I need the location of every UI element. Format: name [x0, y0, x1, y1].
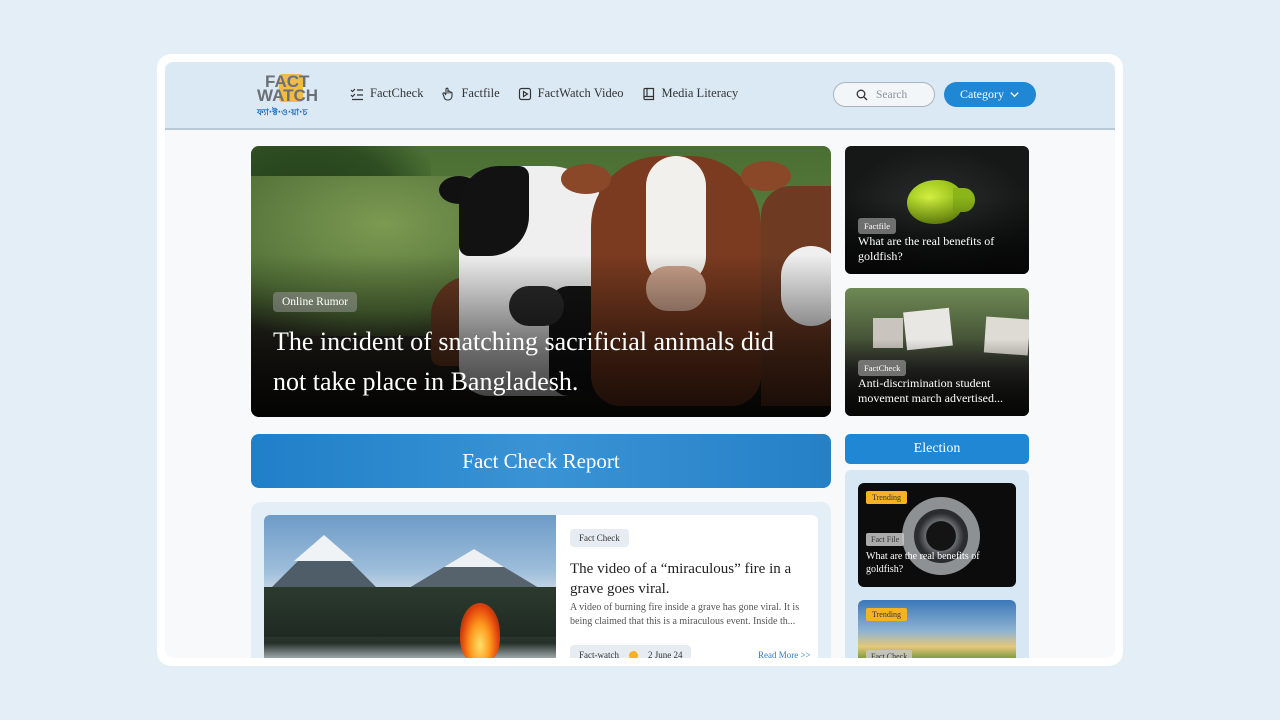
article-card[interactable]: Fact Check The video of a “miraculous” f… [264, 515, 818, 658]
election-label: Election [913, 441, 961, 456]
factwatch-logo[interactable]: FACT WATCH ফ্যা·ক্ট·ও·য়া·চ [255, 72, 321, 120]
chevron-down-icon [1010, 92, 1019, 98]
search-input[interactable]: Search [833, 82, 935, 107]
search-placeholder: Search [876, 88, 908, 101]
article-image [264, 515, 556, 658]
fact-check-report-panel: Fact Check The video of a “miraculous” f… [251, 502, 831, 658]
nav-factcheck-label: FactCheck [370, 86, 424, 100]
hero-title[interactable]: The incident of snatching sacrificial an… [273, 322, 793, 402]
browser-frame: FACT WATCH ফ্যা·ক্ট·ও·য়া·চ FactCheck Fa… [157, 54, 1123, 666]
article-title[interactable]: The video of a “miraculous” fire in a gr… [570, 559, 810, 599]
side-card-tag: FactCheck [858, 360, 907, 376]
hero-tag[interactable]: Online Rumor [273, 292, 358, 312]
hero-article[interactable]: Online Rumor The incident of snatching s… [251, 146, 831, 417]
nav-media-literacy[interactable]: Media Literacy [642, 86, 739, 101]
category-button[interactable]: Category [944, 82, 1036, 107]
election-heading: Election [845, 434, 1029, 464]
checklist-icon [350, 88, 363, 100]
search-icon [856, 89, 868, 100]
article-source: Fact-watch [579, 650, 619, 658]
logo-text-watch: WATCH [257, 86, 319, 105]
side-card-title[interactable]: What are the real benefits of goldfish? [858, 234, 1023, 264]
article-meta-dot [628, 650, 638, 658]
page: FACT WATCH ফ্যা·ক্ট·ও·য়া·চ FactCheck Fa… [165, 62, 1115, 658]
article-tag: Fact Check [570, 529, 629, 547]
side-card-student-movement[interactable]: FactCheck Anti-discrimination student mo… [845, 288, 1029, 416]
side-card-title[interactable]: Anti-discrimination student movement mar… [858, 376, 1023, 406]
fact-check-report-label: Fact Check Report [462, 448, 620, 473]
site-header: FACT WATCH ফ্যা·ক্ট·ও·য়া·চ FactCheck Fa… [165, 62, 1115, 130]
nav-factcheck[interactable]: FactCheck [350, 86, 423, 101]
article-date: 2 June 24 [647, 650, 683, 658]
read-more-link[interactable]: Read More >> [758, 650, 811, 658]
category-label: Category [960, 87, 1004, 101]
election-panel: Trending Fact File What are the real ben… [845, 470, 1029, 658]
fact-check-report-heading: Fact Check Report [251, 434, 831, 488]
logo-text-bangla: ফ্যা·ক্ট·ও·য়া·চ [257, 108, 308, 118]
article-meta: Fact-watch 2 June 24 [570, 645, 692, 658]
nav-factwatch-video[interactable]: FactWatch Video [518, 86, 624, 101]
election-card-tag: Fact Check [866, 650, 913, 658]
article-description: A video of burning fire inside a grave h… [570, 602, 800, 627]
campfire-image [460, 603, 500, 658]
election-card-tag: Fact File [866, 533, 905, 546]
election-card-title[interactable]: What are the real benefits of goldfish? [866, 550, 1006, 576]
main-nav: FactCheck Factfile FactWatch Video Media… [350, 86, 738, 101]
side-card-tag: Factfile [858, 218, 896, 234]
play-icon [518, 87, 531, 100]
book-icon [642, 87, 654, 100]
side-card-goldfish[interactable]: Factfile What are the real benefits of g… [845, 146, 1029, 274]
election-card[interactable]: Trending Fact Check [858, 600, 1016, 658]
nav-media-literacy-label: Media Literacy [661, 86, 739, 100]
trending-badge: Trending [866, 608, 908, 621]
nav-factfile[interactable]: Factfile [441, 86, 500, 101]
nav-factwatch-video-label: FactWatch Video [537, 86, 624, 100]
nav-factfile-label: Factfile [461, 86, 500, 100]
hand-pointer-icon [442, 87, 454, 101]
trending-badge: Trending [866, 491, 908, 504]
election-card[interactable]: Trending Fact File What are the real ben… [858, 483, 1016, 587]
